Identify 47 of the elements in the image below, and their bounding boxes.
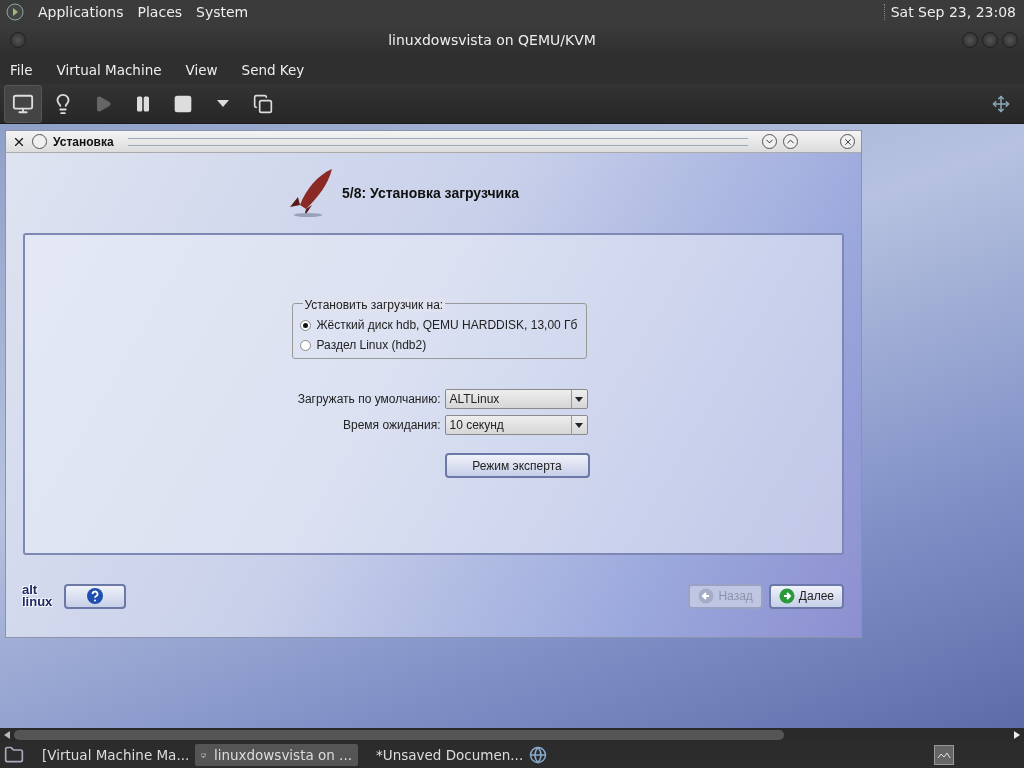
dropdown[interactable]: 10 секунд — [444, 415, 588, 435]
maximize-button[interactable] — [783, 134, 798, 149]
panel-menu[interactable]: Applications — [38, 4, 124, 20]
show-desktop-icon[interactable] — [4, 745, 24, 765]
expert-mode-button[interactable]: Режим эксперта — [444, 453, 590, 478]
taskbar-item[interactable]: *Unsaved Documen... — [362, 744, 525, 766]
resize-icon — [992, 94, 1010, 113]
field-label: Время ожидания: — [341, 418, 441, 432]
menu-item[interactable]: Virtual Machine — [56, 62, 162, 78]
group-legend: Установить загрузчик на: — [302, 298, 446, 312]
logo: alt linux — [22, 584, 53, 608]
clock[interactable]: Sat Sep 23, 23:08 — [883, 4, 1016, 20]
window-title: linuxdowsvista on QEMU/KVM — [387, 32, 597, 48]
radio-button[interactable] — [299, 339, 311, 351]
help-button[interactable] — [64, 583, 127, 609]
caret-icon — [217, 99, 229, 108]
caret-icon — [575, 422, 583, 428]
panel-menu[interactable]: System — [196, 4, 249, 20]
scroll-left-icon — [4, 731, 10, 739]
globe-icon[interactable] — [529, 746, 547, 764]
panel-menu[interactable]: Places — [137, 4, 183, 20]
taskbar-item[interactable]: linuxdowsvista on ... — [195, 744, 358, 766]
minimize-button[interactable] — [762, 134, 777, 149]
field-label: Загружать по умолчанию: — [297, 392, 441, 406]
menu-item[interactable]: File — [10, 62, 33, 78]
help-icon — [86, 587, 105, 605]
pause-icon — [134, 94, 152, 113]
caret-icon — [575, 396, 583, 402]
menu-button[interactable] — [32, 134, 47, 149]
monitor-icon — [12, 92, 34, 115]
radio-label[interactable]: Раздел Linux (hdb2) — [316, 338, 427, 352]
scroll-right-icon — [1014, 731, 1020, 739]
close-button[interactable] — [840, 134, 855, 149]
play-icon — [94, 94, 112, 113]
tray-icon[interactable] — [934, 745, 954, 765]
dropdown[interactable]: ALTLinux — [444, 389, 588, 409]
step-title: 5/8: Установка загрузчика — [342, 185, 519, 201]
radio-button[interactable] — [299, 319, 311, 331]
toolbar-button[interactable] — [4, 84, 42, 123]
close-icon — [842, 136, 853, 147]
radio-label[interactable]: Жёсткий диск hdb, QEMU HARDDISK, 13,00 Гб — [316, 318, 578, 332]
taskbar-item[interactable]: [Virtual Machine Ma... — [28, 744, 191, 766]
menu-item[interactable]: Send Key — [241, 62, 305, 78]
next-button[interactable]: Далее — [768, 583, 844, 609]
scrollbar-thumb[interactable] — [14, 730, 784, 740]
menu-item[interactable]: View — [185, 62, 218, 78]
installer-title: Установка — [53, 134, 114, 149]
